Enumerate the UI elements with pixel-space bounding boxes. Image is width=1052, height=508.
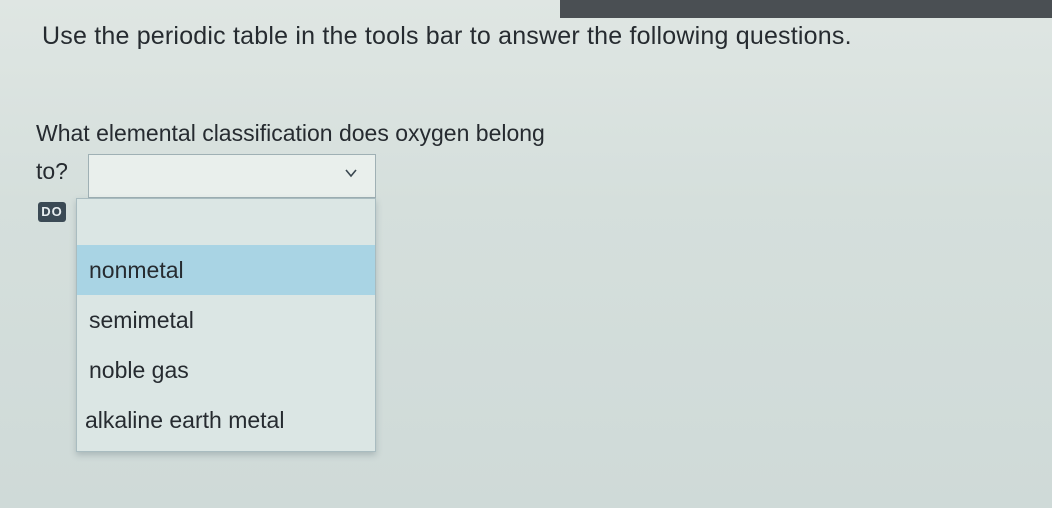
- badge: DO: [38, 202, 66, 222]
- classification-select[interactable]: [88, 154, 376, 198]
- question-text: What elemental classification does oxyge…: [36, 120, 545, 146]
- question-text-continued: to?: [36, 158, 68, 184]
- top-bar: [560, 0, 1052, 18]
- option-noble-gas[interactable]: noble gas: [77, 345, 375, 395]
- option-semimetal[interactable]: semimetal: [77, 295, 375, 345]
- dropdown-list: nonmetal semimetal noble gas alkaline ea…: [76, 198, 376, 452]
- option-alkaline-earth-metal[interactable]: alkaline earth metal: [77, 395, 375, 445]
- instructions-text: Use the periodic table in the tools bar …: [42, 22, 852, 50]
- chevron-down-icon: [345, 169, 357, 178]
- option-nonmetal[interactable]: nonmetal: [77, 245, 375, 295]
